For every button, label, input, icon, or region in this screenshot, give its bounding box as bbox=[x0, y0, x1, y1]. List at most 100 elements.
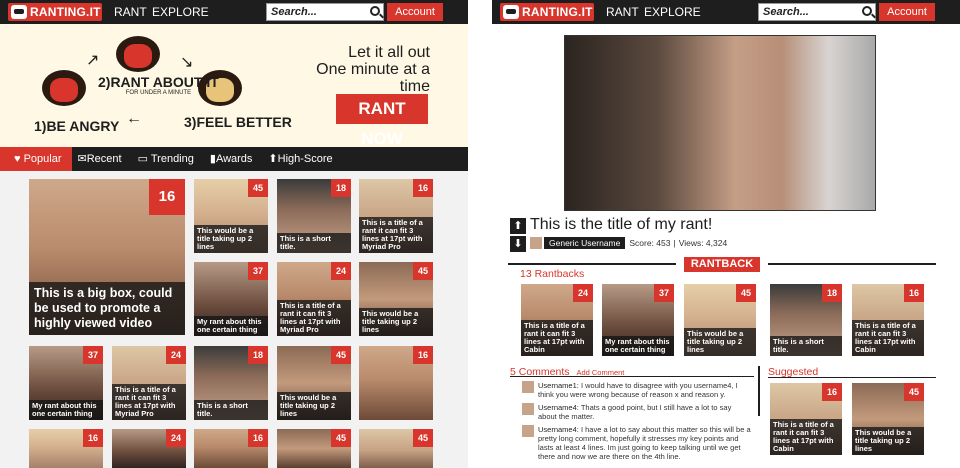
video-tile[interactable]: 45 This would be a title taking up 2 line… bbox=[277, 346, 351, 420]
tagline-line1: Let it all out bbox=[348, 44, 430, 61]
tile-caption: This is a short title. bbox=[277, 233, 351, 253]
count-badge: 24 bbox=[331, 262, 351, 280]
video-tile[interactable]: 16 bbox=[29, 429, 103, 468]
count-badge: 16 bbox=[413, 179, 433, 197]
tab-awards[interactable]: ▮Awards bbox=[204, 147, 263, 171]
tile-caption: This is a title of a rant it can fit 3 l… bbox=[277, 300, 351, 336]
rantback-tile[interactable]: 24 This is a title of a rant it can fit 3… bbox=[521, 284, 593, 356]
video-tile[interactable]: 16 This is a title of a rant it can fit 3… bbox=[359, 179, 433, 253]
tile-caption: This is a short title. bbox=[194, 400, 268, 420]
rantback-button[interactable]: RANTBACK bbox=[684, 257, 760, 272]
tab-recent[interactable]: ✉Recent bbox=[72, 147, 132, 171]
downvote-button[interactable]: ⬇ bbox=[510, 236, 526, 252]
count-badge: 45 bbox=[248, 179, 268, 197]
tab-high-score-label: High-Score bbox=[277, 153, 333, 165]
video-tile[interactable]: 24 bbox=[112, 429, 186, 468]
tab-bar: ♥ Popular ✉Recent ▭ Trending ▮Awards ⬆Hi… bbox=[0, 147, 468, 171]
tagline-line2: One minute at a time bbox=[316, 61, 430, 95]
mask-icon bbox=[11, 5, 27, 19]
upvote-button[interactable]: ⬆ bbox=[510, 218, 526, 234]
count-badge: 18 bbox=[822, 284, 842, 302]
featured-count-badge: 16 bbox=[149, 179, 185, 215]
nav-explore-link[interactable]: EXPLORE bbox=[644, 5, 701, 19]
rantback-tile[interactable]: 18 This is a short title. bbox=[770, 284, 842, 356]
ranting-monkey-icon bbox=[116, 36, 160, 72]
avatar[interactable] bbox=[522, 381, 534, 393]
tile-caption: This is a title of a rant it can fit 3 l… bbox=[770, 419, 842, 455]
mask-icon bbox=[503, 5, 519, 19]
rantbacks-count[interactable]: 13 Rantbacks bbox=[520, 268, 584, 280]
comment-user[interactable]: Username4: bbox=[538, 403, 579, 412]
tile-caption: This would be a title taking up 2 lines bbox=[194, 225, 268, 253]
tile-caption: This is a title of a rant it can fit 3 l… bbox=[852, 320, 924, 356]
account-button[interactable]: Account bbox=[387, 3, 443, 21]
video-tile[interactable]: 24 This is a title of a rant it can fit 3… bbox=[277, 262, 351, 336]
suggested-tile[interactable]: 45 This would be a title taking up 2 line… bbox=[852, 383, 924, 455]
video-tile[interactable]: 37 My rant about this one certain thing bbox=[29, 346, 103, 420]
chat-icon: ▭ bbox=[137, 153, 148, 165]
count-badge: 45 bbox=[331, 346, 351, 364]
logo[interactable]: RANTING.IT bbox=[500, 3, 594, 21]
logo[interactable]: RANTING.IT bbox=[8, 3, 102, 21]
tile-caption: This would be a title taking up 2 lines bbox=[684, 328, 756, 356]
video-player[interactable] bbox=[564, 35, 876, 211]
count-badge: 16 bbox=[822, 383, 842, 401]
tile-caption: This is a short title. bbox=[770, 336, 842, 356]
arrow-left-icon: ← bbox=[126, 110, 142, 127]
video-tile[interactable]: 45 bbox=[277, 429, 351, 468]
search-icon[interactable] bbox=[862, 6, 872, 16]
search-placeholder: Search... bbox=[763, 6, 809, 18]
suggested-tile[interactable]: 16 This is a title of a rant it can fit 3… bbox=[770, 383, 842, 455]
arrow-down-icon: ⬇ bbox=[513, 238, 523, 250]
tab-popular-label: Popular bbox=[23, 153, 62, 165]
count-badge: 24 bbox=[166, 346, 186, 364]
tab-high-score[interactable]: ⬆High-Score bbox=[262, 147, 342, 171]
tab-popular[interactable]: ♥ Popular bbox=[0, 147, 72, 171]
count-badge: 16 bbox=[248, 429, 268, 447]
rant-now-button[interactable]: RANT NOW bbox=[336, 94, 428, 148]
rantback-tile[interactable]: 37 My rant about this one certain thing bbox=[602, 284, 674, 356]
tile-caption: This would be a title taking up 2 lines bbox=[852, 427, 924, 455]
nav-rant-link[interactable]: RANT bbox=[606, 5, 639, 19]
arrow-up-icon: ↗ bbox=[86, 52, 100, 69]
comment: Username4: Thats a good point, but I sti… bbox=[522, 403, 752, 421]
avatar[interactable] bbox=[522, 403, 534, 415]
count-badge: 37 bbox=[654, 284, 674, 302]
tile-caption: This is a title of a rant it can fit 3 l… bbox=[112, 384, 186, 420]
tab-trending[interactable]: ▭ Trending bbox=[132, 147, 204, 171]
search-icon[interactable] bbox=[370, 6, 380, 16]
step-2-sub: FOR UNDER A MINUTE bbox=[125, 90, 192, 96]
avatar[interactable] bbox=[530, 237, 542, 249]
avatar[interactable] bbox=[522, 425, 534, 437]
count-badge: 45 bbox=[904, 383, 924, 401]
rantback-tile[interactable]: 45 This would be a title taking up 2 line… bbox=[684, 284, 756, 356]
comment-user[interactable]: Username1: bbox=[538, 381, 579, 390]
nav-rant-link[interactable]: RANT bbox=[114, 5, 147, 19]
account-button[interactable]: Account bbox=[879, 3, 935, 21]
step-2: 2)RANT ABOUT IT FOR UNDER A MINUTE bbox=[98, 74, 219, 96]
tile-caption: My rant about this one certain thing bbox=[194, 316, 268, 336]
username-link[interactable]: Generic Username bbox=[544, 237, 626, 249]
video-tile[interactable]: 18 This is a short title. bbox=[277, 179, 351, 253]
video-tile[interactable]: 45 This would be a title taking up 2 line… bbox=[194, 179, 268, 253]
rant-meta: Generic Username Score: 453 | Views: 4,3… bbox=[530, 237, 727, 249]
video-tile[interactable]: 45 This would be a title taking up 2 line… bbox=[359, 262, 433, 336]
video-tile[interactable]: 45 bbox=[359, 429, 433, 468]
views-text: Views: 4,324 bbox=[678, 238, 728, 248]
count-badge: 37 bbox=[248, 262, 268, 280]
nav-explore-link[interactable]: EXPLORE bbox=[152, 5, 209, 19]
rantback-tile[interactable]: 16 This is a title of a rant it can fit 3… bbox=[852, 284, 924, 356]
video-tile[interactable]: 24 This is a title of a rant it can fit 3… bbox=[112, 346, 186, 420]
featured-video-tile[interactable]: 16 This is a big box, could be used to p… bbox=[29, 179, 185, 335]
video-tile[interactable]: 18 This is a short title. bbox=[194, 346, 268, 420]
search-input[interactable]: Search... bbox=[758, 3, 876, 21]
divider bbox=[768, 377, 936, 378]
video-tile[interactable]: 16 bbox=[359, 346, 433, 420]
video-tile[interactable]: 37 My rant about this one certain thing bbox=[194, 262, 268, 336]
count-badge: 16 bbox=[904, 284, 924, 302]
count-badge: 16 bbox=[413, 346, 433, 364]
video-tile[interactable]: 16 bbox=[194, 429, 268, 468]
count-badge: 24 bbox=[166, 429, 186, 447]
search-input[interactable]: Search... bbox=[266, 3, 384, 21]
comment-user[interactable]: Username4: bbox=[538, 425, 579, 434]
